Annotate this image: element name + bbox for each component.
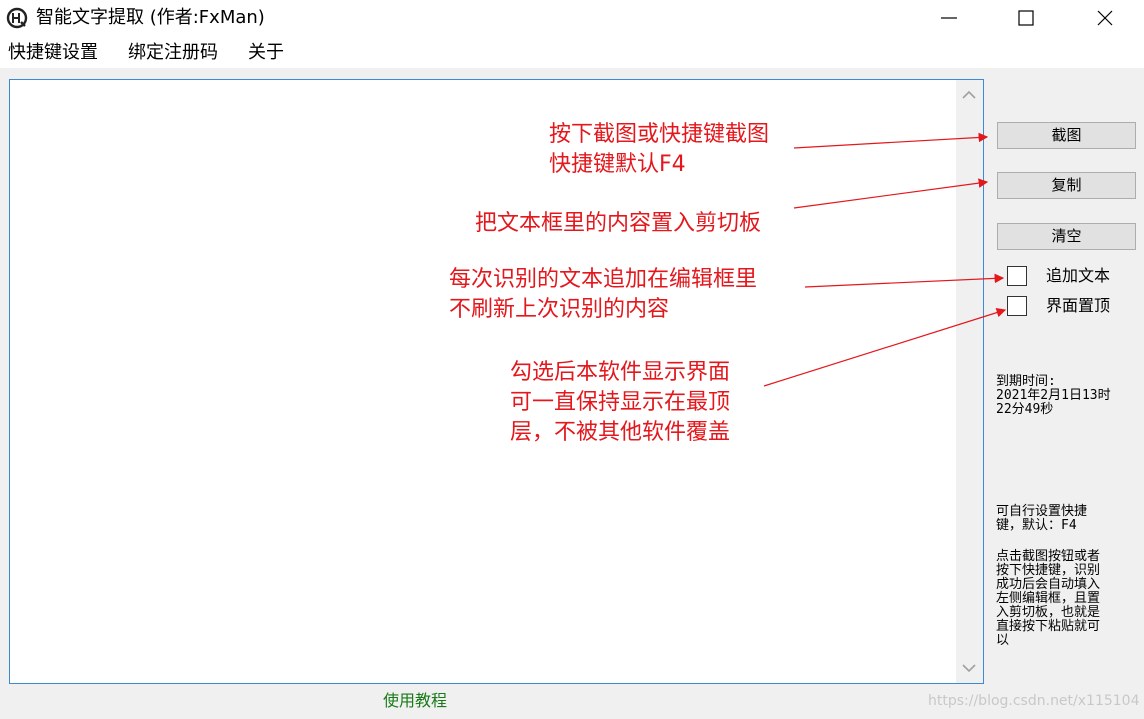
annotation-append-line1: 每次识别的文本追加在编辑框里 (449, 267, 758, 292)
window-title: 智能文字提取 (作者:FxMan) (36, 7, 265, 28)
close-button[interactable] (1082, 0, 1128, 36)
annotation-append-line2: 不刷新上次识别的内容 (449, 297, 670, 322)
append-text-checkbox[interactable] (1007, 266, 1027, 286)
expiry-label: 到期时间: (996, 374, 1056, 389)
hotkey-help-line2: 键，默认：F4 (996, 518, 1077, 533)
annotation-ontop-line3: 层，不被其他软件覆盖 (510, 420, 731, 445)
menu-item-hotkey-settings[interactable]: 快捷键设置 (8, 41, 98, 65)
usage-help-line: 直接按下粘贴就可 (996, 619, 1101, 634)
hotkey-help-line1: 可自行设置快捷 (996, 504, 1088, 519)
always-on-top-label[interactable]: 界面置顶 (1046, 296, 1110, 316)
annotation-screenshot-line1: 按下截图或快捷键截图 (549, 122, 770, 147)
usage-help-line: 点击截图按钮或者 (996, 549, 1101, 564)
text-editor[interactable] (9, 79, 984, 684)
usage-help-line: 入剪切板，也就是 (996, 605, 1101, 620)
watermark: https://blog.csdn.net/x115104 (928, 693, 1140, 709)
annotation-screenshot-line2: 快捷键默认F4 (549, 152, 686, 177)
screenshot-button[interactable]: 截图 (997, 122, 1136, 149)
menu-bar: 快捷键设置 绑定注册码 关于 (0, 36, 1144, 68)
tutorial-link[interactable]: 使用教程 (383, 690, 447, 712)
scroll-up-button[interactable] (956, 80, 983, 110)
menu-item-bind-license[interactable]: 绑定注册码 (128, 41, 218, 65)
annotation-ontop-line1: 勾选后本软件显示界面 (510, 360, 731, 385)
menu-item-about[interactable]: 关于 (248, 41, 284, 65)
annotation-ontop-line2: 可一直保持显示在最顶 (510, 390, 731, 415)
clear-button[interactable]: 清空 (997, 223, 1136, 250)
chevron-down-icon (962, 664, 976, 673)
usage-help-line: 按下快捷键，识别 (996, 563, 1101, 578)
maximize-button[interactable] (1003, 0, 1049, 36)
scroll-down-button[interactable] (956, 653, 983, 683)
usage-help-line: 以 (996, 633, 1010, 648)
usage-help-line: 成功后会自动填入 (996, 577, 1101, 592)
chevron-up-icon (962, 90, 976, 99)
expiry-value-line1: 2021年2月1日13时 (996, 388, 1111, 403)
append-text-label[interactable]: 追加文本 (1046, 266, 1110, 286)
vertical-scrollbar[interactable] (956, 80, 983, 683)
hotkey-help: 可自行设置快捷 键，默认：F4 (996, 505, 1136, 533)
usage-help: 点击截图按钮或者 按下快捷键，识别 成功后会自动填入 左侧编辑框，且置 入剪切板… (996, 550, 1136, 648)
usage-help-line: 左侧编辑框，且置 (996, 591, 1101, 606)
expiry-info: 到期时间: 2021年2月1日13时 22分49秒 (996, 375, 1136, 417)
always-on-top-checkbox[interactable] (1007, 296, 1027, 316)
expiry-value-line2: 22分49秒 (996, 402, 1054, 417)
minimize-icon (941, 17, 957, 19)
maximize-icon (1018, 10, 1034, 26)
annotation-copy: 把文本框里的内容置入剪切板 (475, 211, 762, 236)
app-logo-icon (6, 7, 28, 29)
copy-button[interactable]: 复制 (997, 172, 1136, 199)
close-icon (1097, 10, 1113, 26)
minimize-button[interactable] (926, 0, 972, 36)
